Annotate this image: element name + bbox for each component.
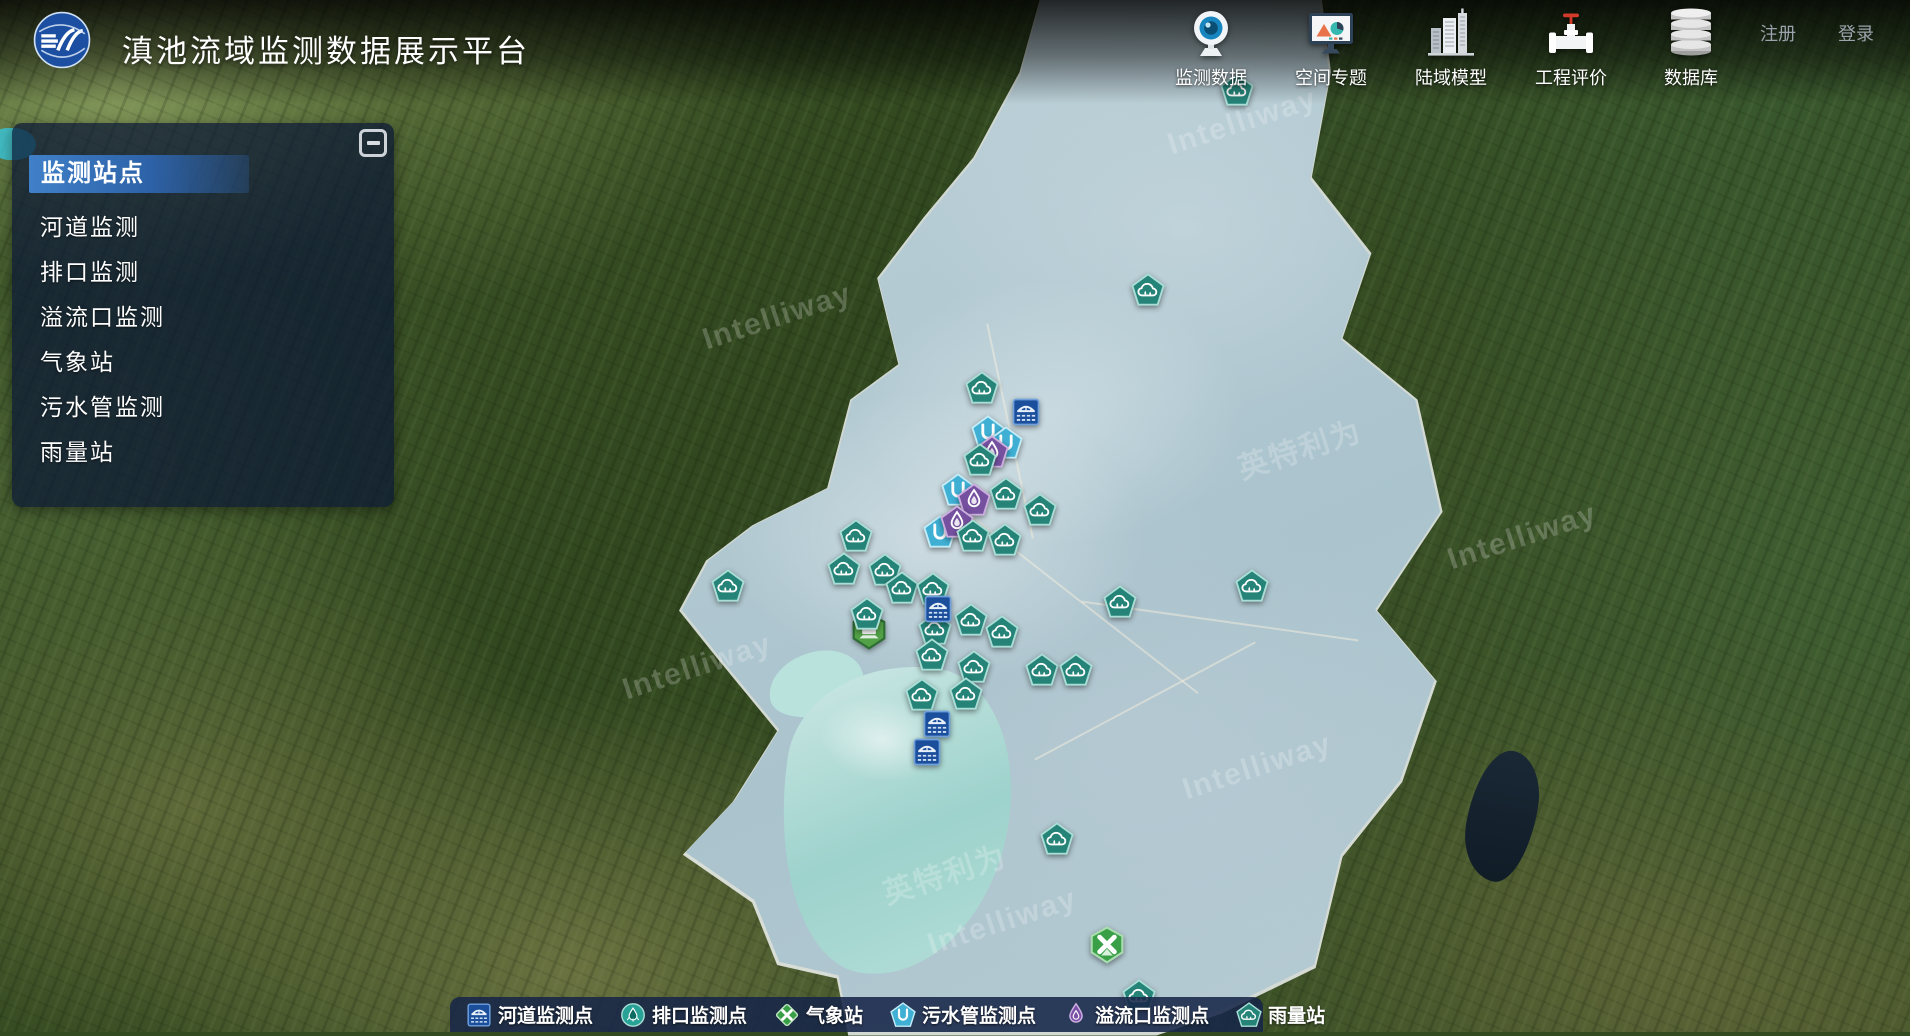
register-link[interactable]: 注册 [1760,20,1796,46]
map-marker-rain[interactable] [963,443,997,482]
panel-title-monitoring-stations[interactable]: 监测站点 [29,155,249,193]
map-marker-rain[interactable] [1023,493,1057,532]
legend-item-outlet-monitoring-point[interactable]: 排口监测点 [620,1001,747,1028]
weather-station-icon [774,1002,800,1028]
map-marker-rain[interactable] [1059,653,1093,692]
page-title: 滇池流域监测数据展示平台 [122,26,530,71]
monitoring-stations-panel: 监测站点 河道监测 排口监测 溢流口监测 气象站 污水管监测 雨量站 [12,123,394,507]
map-marker-rain[interactable] [965,371,999,410]
panel-item-overflow-monitoring[interactable]: 溢流口监测 [12,295,394,340]
map-marker-rain[interactable] [1235,569,1269,608]
panel-item-rain-gauge-station[interactable]: 雨量站 [12,430,394,475]
nav-item-project-evaluation[interactable]: 工程评价 [1528,6,1614,90]
river-monitor-icon [466,1002,492,1028]
map-marker-river[interactable] [923,594,953,629]
database-icon [1663,6,1719,62]
nav-label: 数据库 [1664,64,1718,90]
sewage-pipe-icon [890,1002,916,1028]
rain-gauge-icon [1236,1002,1262,1028]
nav-item-land-model[interactable]: 陆域模型 [1408,6,1494,90]
nav-label: 空间专题 [1295,64,1367,90]
nav-label: 监测数据 [1175,64,1247,90]
legend-label: 排口监测点 [652,1001,747,1028]
legend-label: 溢流口监测点 [1095,1001,1209,1028]
collapse-panel-button[interactable] [359,129,387,157]
map-marker-rain[interactable] [827,552,861,591]
map-marker-river[interactable] [1011,397,1041,432]
legend-label: 雨量站 [1268,1001,1325,1028]
auth-links: 注册 登录 [1760,20,1874,46]
legend-label: 河道监测点 [498,1001,593,1028]
top-navigation: 监测数据 空间专题 陆域模型 [1168,6,1734,90]
map-marker-rain[interactable] [915,638,949,677]
login-link[interactable]: 登录 [1838,20,1874,46]
panel-item-outlet-monitoring[interactable]: 排口监测 [12,250,394,295]
map-marker-rain[interactable] [954,603,988,642]
webcam-icon [1183,6,1239,62]
map-marker-rain[interactable] [850,597,884,636]
buildings-icon [1423,6,1479,62]
map-marker-rain[interactable] [1103,585,1137,624]
map-marker-river[interactable] [912,737,942,772]
valve-icon [1543,6,1599,62]
legend-item-sewage-pipe-monitoring-point[interactable]: 污水管监测点 [890,1001,1036,1028]
map-marker-rain[interactable] [956,519,990,558]
panel-list: 河道监测 排口监测 溢流口监测 气象站 污水管监测 雨量站 [12,205,394,475]
legend-item-river-monitoring-point[interactable]: 河道监测点 [466,1001,593,1028]
monitor-chart-icon [1303,6,1359,62]
nav-item-database[interactable]: 数据库 [1648,6,1734,90]
panel-item-river-monitoring[interactable]: 河道监测 [12,205,394,250]
map-legend: 河道监测点 排口监测点 气象站 污水管监测点 溢流口监测点 雨量站 [450,997,1263,1032]
outlet-monitor-icon [620,1002,646,1028]
map-marker-rain[interactable] [1025,653,1059,692]
map-marker-rain[interactable] [1040,822,1074,861]
nav-label: 工程评价 [1535,64,1607,90]
platform-logo [33,11,91,69]
map-marker-rain[interactable] [988,523,1022,562]
map-marker-rain[interactable] [985,615,1019,654]
map-marker-weather[interactable] [1088,926,1126,969]
map-marker-rain[interactable] [711,569,745,608]
nav-item-spatial-topics[interactable]: 空间专题 [1288,6,1374,90]
map-marker-rain[interactable] [949,677,983,716]
map-marker-rain[interactable] [885,571,919,610]
minus-icon [367,141,380,145]
legend-item-overflow-monitoring-point[interactable]: 溢流口监测点 [1063,1001,1209,1028]
nav-item-monitoring-data[interactable]: 监测数据 [1168,6,1254,90]
legend-item-weather-station[interactable]: 气象站 [774,1001,863,1028]
overflow-outlet-icon [1063,1002,1089,1028]
panel-item-weather-station[interactable]: 气象站 [12,340,394,385]
nav-label: 陆域模型 [1415,64,1487,90]
legend-label: 污水管监测点 [922,1001,1036,1028]
map-marker-rain[interactable] [1131,273,1165,312]
map-marker-rain[interactable] [989,477,1023,516]
legend-item-rain-gauge-station[interactable]: 雨量站 [1236,1001,1325,1028]
panel-item-sewage-pipe-monitoring[interactable]: 污水管监测 [12,385,394,430]
legend-label: 气象站 [806,1001,863,1028]
